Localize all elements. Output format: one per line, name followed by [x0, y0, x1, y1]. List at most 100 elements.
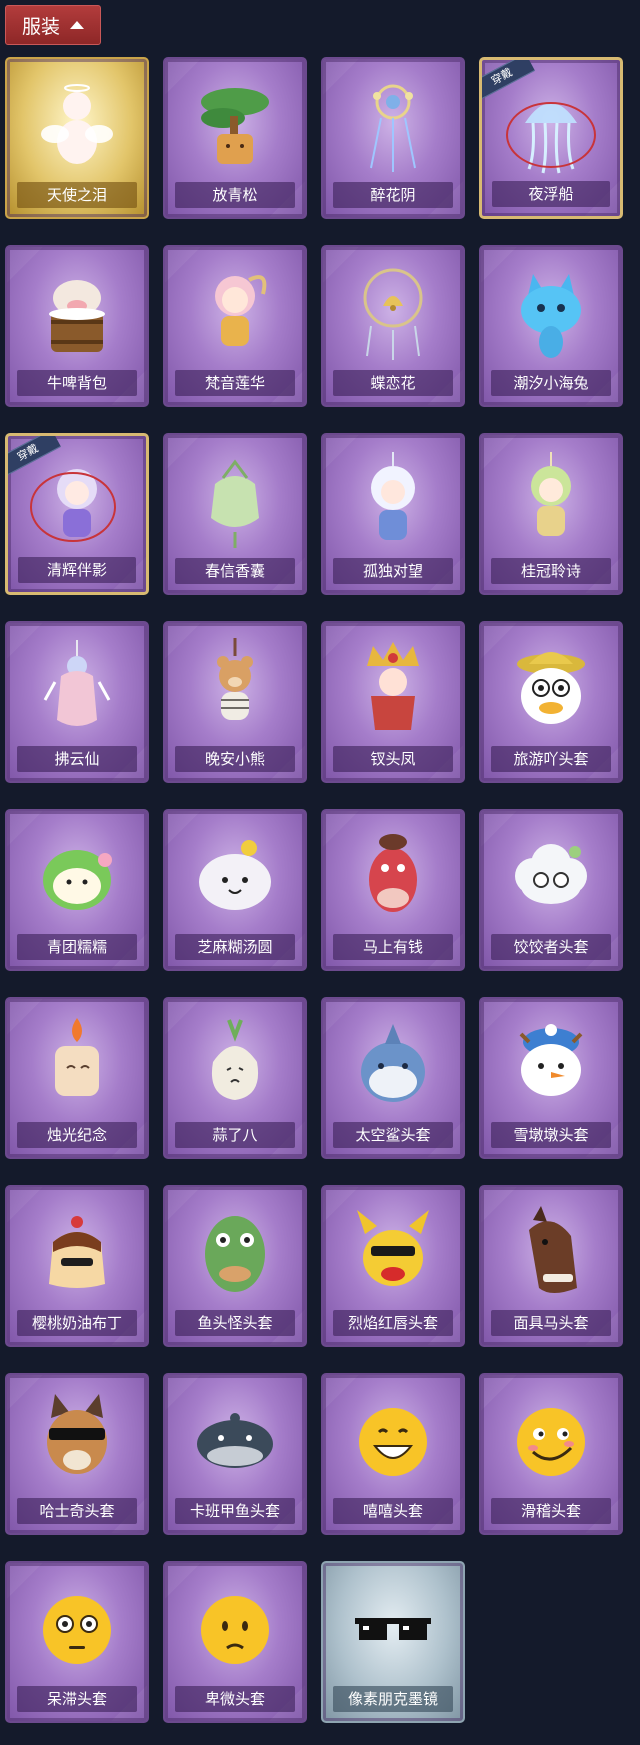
funny-emoji-icon [481, 1381, 621, 1499]
fairy-charm-icon [7, 629, 147, 747]
snowman-head-icon [481, 1005, 621, 1123]
blue-bunny-icon [481, 253, 621, 371]
duck-hat-icon [481, 629, 621, 747]
outfit-item-card[interactable]: 拂云仙 [5, 621, 149, 783]
pixel-sunglasses-icon [323, 1569, 463, 1687]
item-name-label: 樱桃奶油布丁 [17, 1310, 137, 1336]
item-name-label: 嘻嘻头套 [333, 1498, 453, 1524]
item-name-label: 清辉伴影 [18, 557, 136, 583]
shark-head-icon [323, 1005, 463, 1123]
outfit-item-card[interactable]: 饺饺者头套 [479, 809, 623, 971]
outfit-item-card[interactable]: 孤独对望 [321, 433, 465, 595]
item-name-label: 面具马头套 [491, 1310, 611, 1336]
outfit-item-card[interactable]: 滑稽头套 [479, 1373, 623, 1535]
outfit-item-card[interactable]: 烛光纪念 [5, 997, 149, 1159]
outfit-item-card[interactable]: 卡班甲鱼头套 [163, 1373, 307, 1535]
outfit-item-card[interactable]: 旅游吖头套 [479, 621, 623, 783]
outfit-item-card[interactable]: 醉花阴 [321, 57, 465, 219]
outfit-item-card[interactable]: 蝶恋花 [321, 245, 465, 407]
outfit-item-card[interactable]: 雪墩墩头套 [479, 997, 623, 1159]
bonsai-pine-icon [165, 65, 305, 183]
husky-head-icon [7, 1381, 147, 1499]
outfit-item-card[interactable]: 芝麻糊汤圆 [163, 809, 307, 971]
item-name-label: 蝶恋花 [333, 370, 453, 396]
item-name-label: 像素朋克墨镜 [333, 1686, 453, 1712]
sachet-icon [165, 441, 305, 559]
item-name-label: 牛啤背包 [17, 370, 137, 396]
item-name-label: 哈士奇头套 [17, 1498, 137, 1524]
item-name-label: 旅游吖头套 [491, 746, 611, 772]
yellow-mouse-head-icon [323, 1193, 463, 1311]
angel-figure-icon [7, 65, 147, 183]
outfit-item-card[interactable]: 面具马头套 [479, 1185, 623, 1347]
category-title: 服装 [21, 15, 60, 38]
item-name-label: 夜浮船 [492, 181, 610, 207]
chevron-up-icon [70, 21, 84, 29]
item-name-label: 潮汐小海兔 [491, 370, 611, 396]
outfit-item-card[interactable]: 桂冠聆诗 [479, 433, 623, 595]
outfit-item-card[interactable]: 钗头凤 [321, 621, 465, 783]
floral-charm-icon [323, 65, 463, 183]
pudding-icon [7, 1193, 147, 1311]
outfit-item-card[interactable]: 梵音莲华 [163, 245, 307, 407]
item-name-label: 呆滞头套 [17, 1686, 137, 1712]
seal-head-icon [165, 1381, 305, 1499]
outfit-item-card[interactable]: 像素朋克墨镜 [321, 1561, 465, 1723]
outfit-item-card[interactable]: 哈士奇头套 [5, 1373, 149, 1535]
humble-emoji-icon [165, 1569, 305, 1687]
item-name-label: 芝麻糊汤圆 [175, 934, 295, 960]
outfit-item-card[interactable]: 樱桃奶油布丁 [5, 1185, 149, 1347]
outfit-item-card[interactable]: 放青松 [163, 57, 307, 219]
item-name-label: 雪墩墩头套 [491, 1122, 611, 1148]
item-name-label: 滑稽头套 [491, 1498, 611, 1524]
outfit-item-card[interactable]: 呆滞头套 [5, 1561, 149, 1723]
item-name-label: 烛光纪念 [17, 1122, 137, 1148]
item-name-label: 放青松 [175, 182, 295, 208]
fish-head-icon [165, 1193, 305, 1311]
phoenix-crown-icon [323, 629, 463, 747]
item-name-label: 钗头凤 [333, 746, 453, 772]
dazed-emoji-icon [7, 1569, 147, 1687]
item-name-label: 醉花阴 [333, 182, 453, 208]
item-name-label: 拂云仙 [17, 746, 137, 772]
outfit-item-card[interactable]: 潮汐小海兔 [479, 245, 623, 407]
laurel-doll-icon [481, 441, 621, 559]
candle-icon [7, 1005, 147, 1123]
white-hair-doll-icon [323, 441, 463, 559]
outfit-category-toggle[interactable]: 服装 [5, 5, 101, 45]
outfit-item-card[interactable]: 青团糯糯 [5, 809, 149, 971]
outfit-item-card[interactable]: 马上有钱 [321, 809, 465, 971]
outfit-item-card[interactable]: 烈焰红唇头套 [321, 1185, 465, 1347]
grin-emoji-icon [323, 1381, 463, 1499]
outfit-item-card[interactable]: 蒜了八 [163, 997, 307, 1159]
outfit-item-card[interactable]: 嘻嘻头套 [321, 1373, 465, 1535]
item-name-label: 桂冠聆诗 [491, 558, 611, 584]
item-name-label: 饺饺者头套 [491, 934, 611, 960]
outfit-item-card[interactable]: 春信香囊 [163, 433, 307, 595]
outfit-item-card[interactable]: 卑微头套 [163, 1561, 307, 1723]
outfit-item-card[interactable]: 太空鲨头套 [321, 997, 465, 1159]
item-name-label: 春信香囊 [175, 558, 295, 584]
white-mochi-icon [165, 817, 305, 935]
bell-charm-icon [323, 253, 463, 371]
item-name-label: 马上有钱 [333, 934, 453, 960]
garlic-icon [165, 1005, 305, 1123]
cow-barrel-icon [7, 253, 147, 371]
item-name-label: 梵音莲华 [175, 370, 295, 396]
horse-mask-icon [481, 1193, 621, 1311]
outfit-item-card[interactable]: 牛啤背包 [5, 245, 149, 407]
item-name-label: 鱼头怪头套 [175, 1310, 295, 1336]
outfit-item-card[interactable]: 鱼头怪头套 [163, 1185, 307, 1347]
item-name-label: 天使之泪 [17, 182, 137, 208]
chibi-doll-icon [165, 253, 305, 371]
green-mochi-icon [7, 817, 147, 935]
outfit-item-card[interactable]: 穿戴 夜浮船 [479, 57, 623, 219]
bear-charm-icon [165, 629, 305, 747]
outfit-item-card[interactable]: 天使之泪 [5, 57, 149, 219]
item-grid: 天使之泪 放青松 醉花阴 穿戴 夜浮船牛啤背包 梵音莲华 蝶恋花 潮汐小海兔穿戴 清辉伴影 春信香… [5, 57, 623, 1723]
item-name-label: 卑微头套 [175, 1686, 295, 1712]
outfit-item-card[interactable]: 晚安小熊 [163, 621, 307, 783]
item-name-label: 太空鲨头套 [333, 1122, 453, 1148]
outfit-item-card[interactable]: 穿戴 清辉伴影 [5, 433, 149, 595]
item-name-label: 烈焰红唇头套 [333, 1310, 453, 1336]
